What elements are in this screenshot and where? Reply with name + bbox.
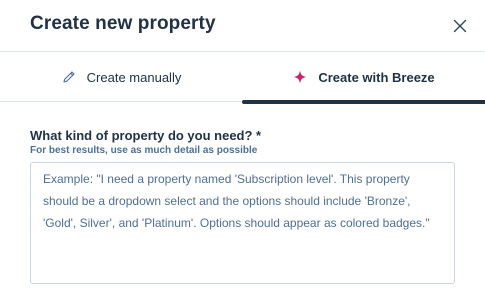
tab-create-with-breeze-label: Create with Breeze [318,69,435,85]
property-request-textarea[interactable] [30,162,455,284]
close-button[interactable] [448,14,472,38]
property-request-label: What kind of property do you need? * [30,128,262,143]
close-icon [448,14,472,38]
dialog-title: Create new property [30,13,216,34]
tab-create-manually[interactable]: Create manually [0,52,242,102]
dialog-header: Create new property [0,0,485,52]
tab-create-manually-label: Create manually [86,69,182,85]
property-request-help: For best results, use as much detail as … [30,145,258,156]
create-property-dialog: Create new property Create manually Crea… [0,0,485,305]
pencil-icon [61,69,77,85]
tab-bar: Create manually Create with Breeze [0,52,485,104]
sparkle-icon [292,69,308,85]
tab-create-with-breeze[interactable]: Create with Breeze [242,52,485,104]
